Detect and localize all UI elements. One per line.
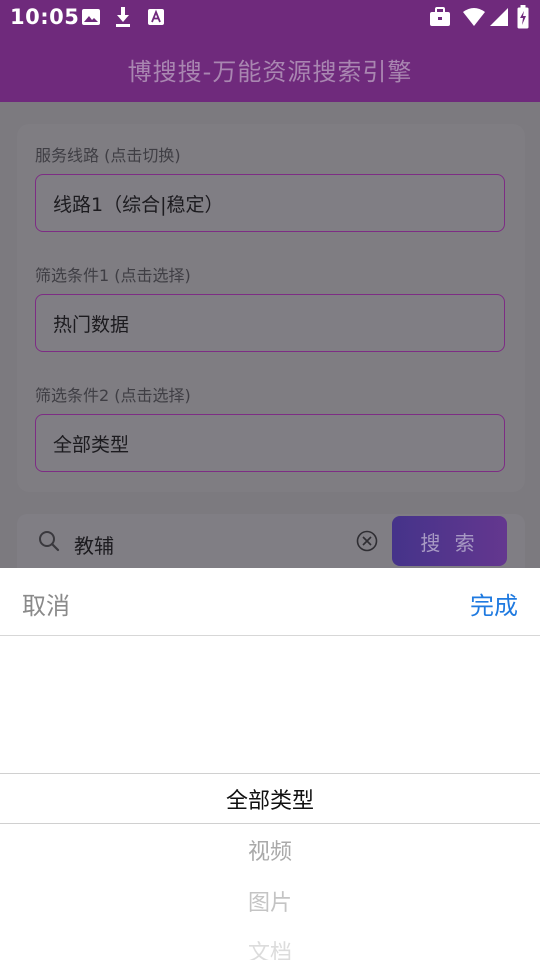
picker-option[interactable]: 文档 (0, 935, 540, 960)
picker-toolbar: 取消 完成 (0, 568, 540, 636)
filter1-select[interactable]: 热门数据 (35, 294, 505, 352)
picker-option[interactable]: 视频 (0, 834, 540, 866)
picker-option[interactable]: 图片 (0, 885, 540, 917)
filter2-select[interactable]: 全部类型 (35, 414, 505, 472)
filter-card: 服务线路 (点击切换) 线路1（综合|稳定） 筛选条件1 (点击选择) 热门数据… (17, 124, 525, 492)
filter1-label: 筛选条件1 (点击选择) (35, 266, 191, 285)
server-route-select[interactable]: 线路1（综合|稳定） (35, 174, 505, 232)
picker-sheet: 取消 完成 全部类型 视频 图片 文档 (0, 568, 540, 960)
search-input[interactable]: 教辅 (74, 530, 114, 559)
signal-icon (489, 7, 509, 31)
app-title: 博搜搜-万能资源搜索引擎 (127, 57, 413, 86)
image-icon (81, 8, 101, 30)
briefcase-icon (429, 7, 451, 31)
filter2-label: 筛选条件2 (点击选择) (35, 386, 191, 405)
download-icon (114, 6, 132, 32)
done-button[interactable]: 完成 (470, 586, 518, 621)
status-bar: 10:05 (0, 0, 540, 36)
battery-charging-icon (517, 5, 529, 33)
picker-option-selected[interactable]: 全部类型 (0, 783, 540, 815)
clear-icon[interactable] (355, 529, 379, 557)
cancel-button[interactable]: 取消 (22, 586, 70, 621)
selection-bottom-line (0, 823, 540, 824)
font-icon (147, 8, 165, 30)
app-header: 博搜搜-万能资源搜索引擎 (0, 36, 540, 102)
status-time: 10:05 (10, 5, 80, 29)
wifi-icon (462, 7, 486, 31)
search-button[interactable]: 搜 索 (392, 516, 507, 566)
main-content: 服务线路 (点击切换) 线路1（综合|稳定） 筛选条件1 (点击选择) 热门数据… (0, 102, 540, 572)
search-icon (37, 529, 61, 557)
selection-top-line (0, 773, 540, 774)
server-route-label: 服务线路 (点击切换) (35, 146, 181, 165)
search-bar: 教辅 搜 索 (17, 514, 525, 572)
